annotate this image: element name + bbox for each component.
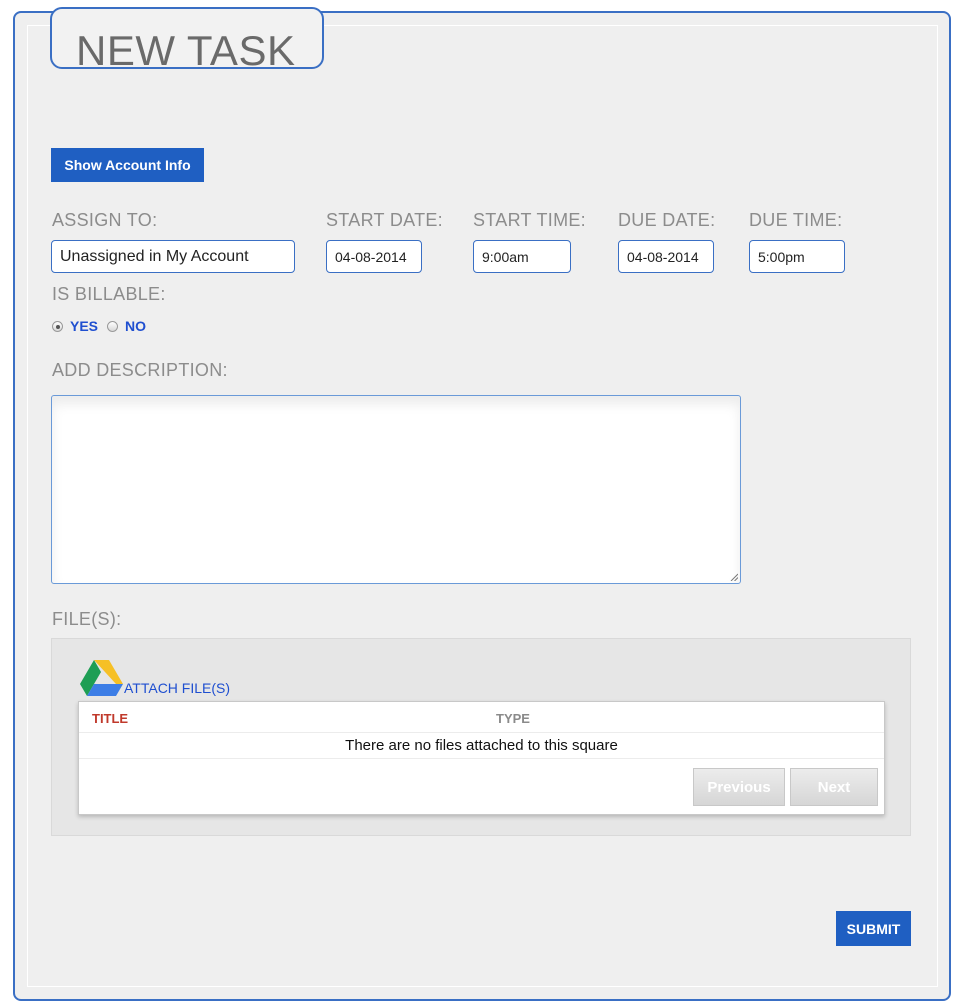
billable-label: IS BILLABLE: xyxy=(52,284,166,304)
billable-yes-label[interactable]: YES xyxy=(70,318,98,334)
resize-grip-icon[interactable] xyxy=(730,573,738,581)
row-divider xyxy=(79,758,884,759)
column-header-title[interactable]: TITLE xyxy=(92,711,128,726)
description-textarea[interactable] xyxy=(51,395,741,584)
header-divider xyxy=(79,732,884,733)
attach-files-link[interactable]: ATTACH FILE(S) xyxy=(124,680,230,696)
due-date-input[interactable]: 04-08-2014 xyxy=(618,240,714,273)
next-button[interactable]: Next xyxy=(790,768,878,806)
assign-to-select[interactable]: Unassigned in My Account xyxy=(51,240,295,273)
previous-button[interactable]: Previous xyxy=(693,768,785,806)
title-tab: NEW TASK xyxy=(50,7,324,74)
due-time-input[interactable]: 5:00pm xyxy=(749,240,845,273)
page-title: NEW TASK xyxy=(76,27,296,74)
assign-to-label: ASSIGN TO: xyxy=(52,210,158,230)
column-header-type[interactable]: TYPE xyxy=(496,711,530,726)
start-date-input[interactable]: 04-08-2014 xyxy=(326,240,422,273)
billable-no-label[interactable]: NO xyxy=(125,318,146,334)
files-table: TITLE TYPE There are no files attached t… xyxy=(78,701,885,815)
start-time-input[interactable]: 9:00am xyxy=(473,240,571,273)
show-account-info-button[interactable]: Show Account Info xyxy=(51,148,204,182)
empty-files-message: There are no files attached to this squa… xyxy=(345,737,618,754)
google-drive-icon[interactable] xyxy=(80,660,123,697)
description-label: ADD DESCRIPTION: xyxy=(52,360,228,380)
files-label: FILE(S): xyxy=(52,609,122,629)
billable-yes-radio[interactable] xyxy=(52,321,63,332)
start-date-label: START DATE: xyxy=(326,210,443,230)
submit-button[interactable]: SUBMIT xyxy=(836,911,911,946)
billable-no-radio[interactable] xyxy=(107,321,118,332)
due-time-label: DUE TIME: xyxy=(749,210,843,230)
due-date-label: DUE DATE: xyxy=(618,210,716,230)
start-time-label: START TIME: xyxy=(473,210,586,230)
